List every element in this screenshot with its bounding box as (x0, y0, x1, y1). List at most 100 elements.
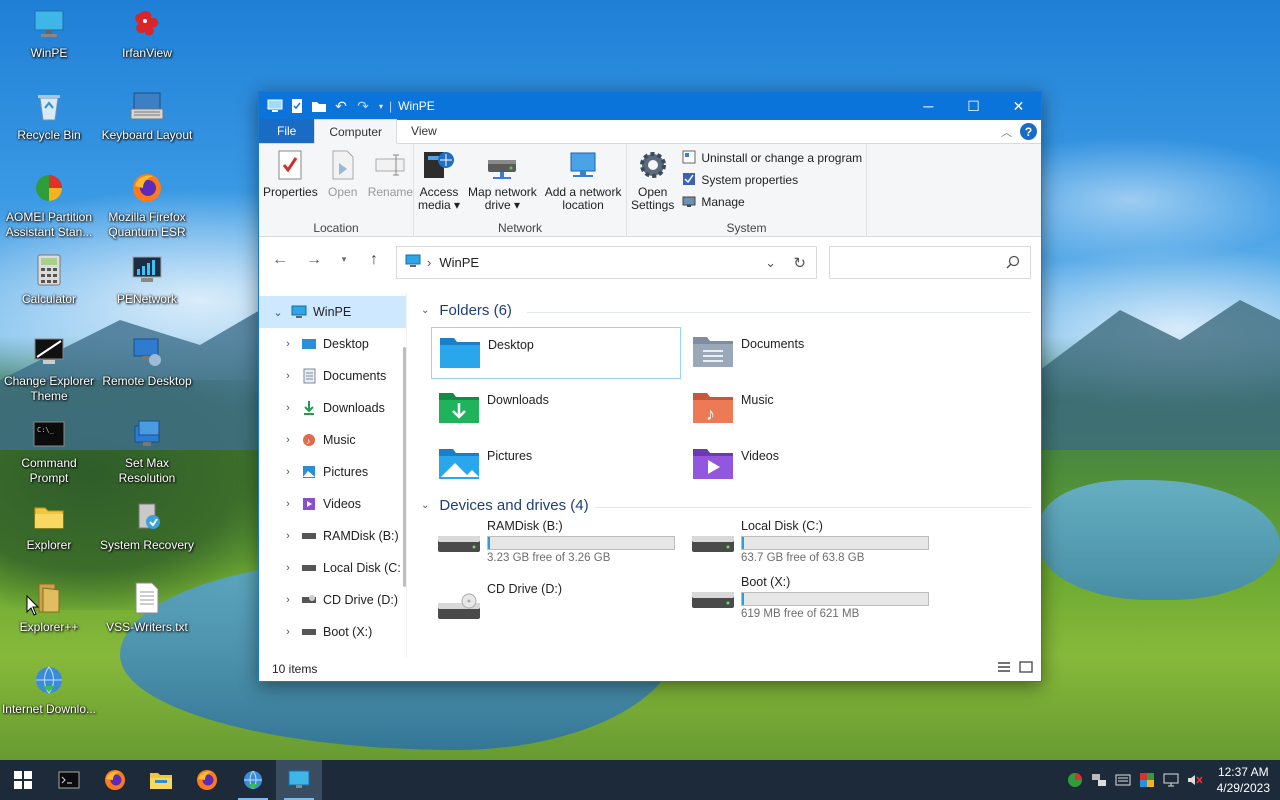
uninstall-program-button[interactable]: Uninstall or change a program (682, 149, 862, 167)
chevron-right-icon[interactable]: › (277, 466, 299, 478)
desktop-icon-calculator[interactable]: Calculator (1, 252, 97, 307)
chevron-right-icon[interactable]: › (277, 626, 299, 638)
breadcrumb-winpe[interactable]: WinPE (439, 255, 479, 270)
address-bar[interactable]: › WinPE ⌄ ↻ (396, 246, 817, 279)
desktop-icon-keyboard-layout[interactable]: Keyboard Layout (99, 88, 195, 143)
details-view-icon[interactable] (997, 661, 1011, 676)
system-properties-button[interactable]: System properties (682, 171, 862, 189)
back-button[interactable]: ← (263, 245, 297, 275)
collapse-ribbon-icon[interactable]: ︿ (1001, 124, 1012, 140)
tab-file[interactable]: File (259, 119, 315, 143)
drive-tile-cd-drive[interactable]: CD Drive (D:) (431, 577, 681, 633)
desktop-icon-explorer[interactable]: Explorer (1, 498, 97, 553)
nav-item-pictures[interactable]: › Pictures (259, 456, 406, 488)
chevron-right-icon[interactable]: › (277, 498, 299, 510)
folder-tile-documents[interactable]: Documents (685, 327, 935, 379)
folder-tile-music[interactable]: ♪ Music (685, 383, 935, 435)
chevron-right-icon[interactable]: › (277, 402, 299, 414)
desktop-icon-remote-desktop[interactable]: Remote Desktop (99, 334, 195, 389)
desktop-icon-system-recovery[interactable]: System Recovery (99, 498, 195, 553)
desktop-icon-explorer-plus[interactable]: Explorer++ (1, 580, 97, 635)
minimize-button[interactable]: ─ (906, 92, 951, 120)
pictures-folder-icon (437, 445, 481, 483)
videos-icon (301, 496, 317, 512)
nav-item-music[interactable]: › ♪ Music (259, 424, 406, 456)
explorer-window[interactable]: ↶ ↷ ▾ | WinPE ─ ☐ ✕ File Computer View ︿… (258, 91, 1042, 682)
navigation-pane[interactable]: ⌄ WinPE › Desktop › Documents › Download… (259, 293, 406, 657)
properties-qat-icon[interactable] (289, 98, 305, 114)
drives-section-header[interactable]: ⌄ Devices and drives (4) (421, 497, 589, 514)
manage-button[interactable]: Manage (682, 193, 862, 211)
volume-muted-icon[interactable] (1187, 772, 1203, 788)
navigation-bar: ← → ▾ ↑ › WinPE ⌄ ↻ (259, 237, 1041, 282)
theme-monitor-icon (31, 334, 67, 370)
taskbar-command-prompt[interactable] (46, 760, 92, 800)
desktop-icon-internet-download[interactable]: Internet Downlo... (1, 662, 97, 717)
desktop-icon-aomei[interactable]: AOMEI Partition Assistant Stan... (1, 170, 97, 240)
chevron-down-icon[interactable]: ▾ (377, 98, 385, 114)
desktop-icon-set-max-resolution[interactable]: Set Max Resolution (99, 416, 195, 486)
help-icon[interactable]: ? (1020, 123, 1037, 140)
folder-tile-desktop[interactable]: Desktop (431, 327, 681, 379)
desktop-icon-irfanview[interactable]: IrfanView (99, 6, 195, 61)
network-tray-icon[interactable] (1091, 772, 1107, 788)
chevron-right-icon[interactable]: › (277, 562, 299, 574)
undo-icon[interactable]: ↶ (333, 98, 349, 114)
search-input[interactable] (829, 246, 1031, 279)
taskbar-internet-download[interactable] (230, 760, 276, 800)
nav-item-desktop[interactable]: › Desktop (259, 328, 406, 360)
chevron-right-icon[interactable]: › (277, 370, 299, 382)
recent-locations-button[interactable]: ▾ (331, 245, 357, 275)
chevron-right-icon[interactable]: › (277, 434, 299, 446)
taskbar-winpe-explorer[interactable] (276, 760, 322, 800)
start-button[interactable] (0, 760, 46, 800)
nav-item-local-disk[interactable]: › Local Disk (C: (259, 552, 406, 584)
drive-tile-boot[interactable]: Boot (X:) 619 MB free of 621 MB (685, 570, 935, 626)
keyboard-tray-icon[interactable] (1115, 772, 1131, 788)
clock[interactable]: 12:37 AM 4/29/2023 (1217, 764, 1270, 796)
desktop-icon-change-theme[interactable]: Change Explorer Theme (1, 334, 97, 404)
desktop-icon-winpe[interactable]: WinPE (1, 6, 97, 61)
nav-item-cd-drive[interactable]: › CD Drive (D:) (259, 584, 406, 616)
desktop-icon-vss-writers[interactable]: VSS-Writers.txt (99, 580, 195, 635)
nav-item-videos[interactable]: › Videos (259, 488, 406, 520)
nav-pane-scrollbar[interactable] (403, 347, 406, 587)
nav-item-documents[interactable]: › Documents (259, 360, 406, 392)
folder-tile-videos[interactable]: Videos (685, 439, 935, 491)
chevron-right-icon[interactable]: › (277, 594, 299, 606)
desktop-icon-command-prompt[interactable]: C:\_ Command Prompt (1, 416, 97, 486)
folders-section-header[interactable]: ⌄ Folders (6) (421, 302, 512, 319)
nav-item-winpe[interactable]: ⌄ WinPE (259, 296, 406, 328)
up-button[interactable]: ↑ (357, 245, 391, 275)
nav-item-boot[interactable]: › Boot (X:) (259, 616, 406, 648)
chevron-right-icon[interactable]: › (277, 338, 299, 350)
address-dropdown-icon[interactable]: ⌄ (765, 255, 776, 271)
taskbar-firefox-2[interactable] (184, 760, 230, 800)
expand-arrow-icon[interactable]: ⌄ (267, 306, 289, 319)
forward-button[interactable]: → (297, 245, 331, 275)
desktop-icon-recycle-bin[interactable]: Recycle Bin (1, 88, 97, 143)
nav-item-downloads[interactable]: › Downloads (259, 392, 406, 424)
display-tray-icon[interactable] (1163, 772, 1179, 788)
folder-tile-downloads[interactable]: Downloads (431, 383, 681, 435)
nav-item-ramdisk[interactable]: › RAMDisk (B:) (259, 520, 406, 552)
drive-tile-ramdisk[interactable]: RAMDisk (B:) 3.23 GB free of 3.26 GB (431, 514, 681, 570)
taskbar-firefox[interactable] (92, 760, 138, 800)
tray-app-icon[interactable] (1067, 772, 1083, 788)
drive-tile-local-disk[interactable]: Local Disk (C:) 63.7 GB free of 63.8 GB (685, 514, 935, 570)
chevron-right-icon[interactable]: › (277, 530, 299, 542)
taskbar-file-explorer[interactable] (138, 760, 184, 800)
new-folder-qat-icon[interactable] (311, 98, 327, 114)
tab-computer[interactable]: Computer (314, 119, 398, 144)
redo-icon[interactable]: ↷ (355, 98, 371, 114)
tab-view[interactable]: View (397, 119, 451, 143)
folder-tile-pictures[interactable]: Pictures (431, 439, 681, 491)
close-button[interactable]: ✕ (996, 92, 1041, 120)
refresh-icon[interactable]: ↻ (793, 254, 806, 272)
title-bar[interactable]: ↶ ↷ ▾ | WinPE ─ ☐ ✕ (259, 92, 1041, 120)
maximize-button[interactable]: ☐ (951, 92, 996, 120)
large-icons-view-icon[interactable] (1019, 661, 1033, 676)
desktop-icon-penetwork[interactable]: PENetwork (99, 252, 195, 307)
desktop-icon-firefox[interactable]: Mozilla Firefox Quantum ESR (99, 170, 195, 240)
color-tray-icon[interactable] (1139, 772, 1155, 788)
